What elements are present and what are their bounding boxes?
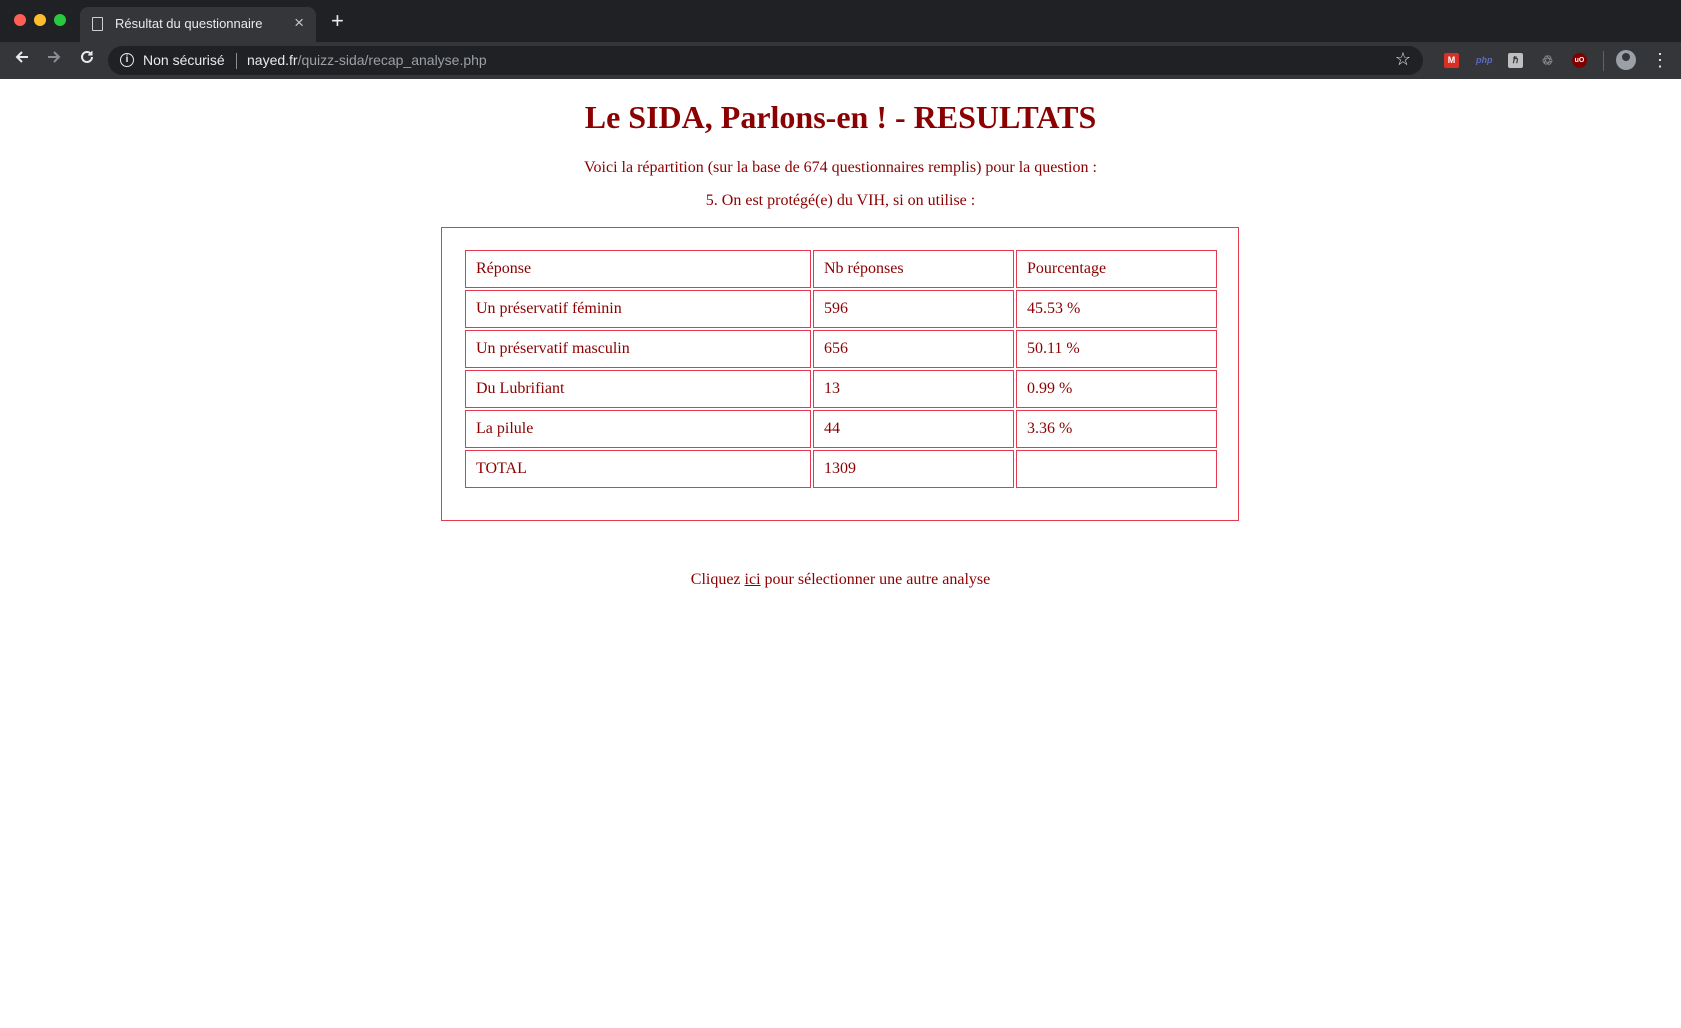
count-cell: 44 [813, 410, 1014, 448]
select-analysis-link[interactable]: ici [745, 571, 761, 588]
forward-arrow-icon[interactable] [42, 48, 66, 72]
footer-before: Cliquez [690, 571, 745, 588]
question-text: 5. On est protégé(e) du VIH, si on utili… [705, 192, 976, 209]
url-text[interactable]: nayed.fr/quizz-sida/recap_analyse.php [247, 52, 487, 68]
reload-icon[interactable] [75, 48, 99, 72]
percent-cell: 3.36 % [1016, 410, 1217, 448]
tab-close-icon[interactable]: × [294, 13, 304, 33]
minimize-window-button[interactable] [34, 14, 46, 26]
table-row: La pilule 44 3.36 % [465, 410, 1217, 448]
percent-cell: 45.53 % [1016, 290, 1217, 328]
table-row: Un préservatif féminin 596 45.53 % [465, 290, 1217, 328]
document-icon [92, 17, 103, 31]
answer-cell: La pilule [465, 410, 811, 448]
browser-toolbar: i Non sécurisé nayed.fr/quizz-sida/recap… [0, 42, 1681, 79]
kebab-menu-icon[interactable]: ⋮ [1651, 48, 1669, 72]
gmail-icon[interactable]: M [1444, 53, 1459, 68]
ublock-icon[interactable]: uO [1572, 53, 1587, 68]
total-label-cell: TOTAL [465, 450, 811, 488]
browser-tab[interactable]: Résultat du questionnaire × [80, 7, 316, 42]
security-label[interactable]: Non sécurisé [143, 52, 225, 68]
profile-avatar[interactable] [1616, 50, 1636, 70]
percent-cell: 50.11 % [1016, 330, 1217, 368]
page-content: Le SIDA, Parlons-en ! - RESULTATS Voici … [0, 79, 1681, 1028]
footer-text: Cliquez ici pour sélectionner une autre … [0, 571, 1681, 589]
url-separator [236, 53, 237, 69]
results-frame: Réponse Nb réponses Pourcentage Un prése… [441, 227, 1239, 521]
answer-cell: Du Lubrifiant [465, 370, 811, 408]
percent-cell: 0.99 % [1016, 370, 1217, 408]
table-header-cell: Réponse [465, 250, 811, 288]
table-total-row: TOTAL 1309 [465, 450, 1217, 488]
close-window-button[interactable] [14, 14, 26, 26]
url-host: nayed.fr [247, 52, 298, 68]
h-extension-icon[interactable]: ℏ [1508, 53, 1523, 68]
total-count-cell: 1309 [813, 450, 1014, 488]
table-header-cell: Nb réponses [813, 250, 1014, 288]
count-cell: 13 [813, 370, 1014, 408]
maximize-window-button[interactable] [54, 14, 66, 26]
back-arrow-icon[interactable] [10, 48, 34, 72]
intro-text: Voici la répartition (sur la base de 674… [584, 159, 1097, 176]
bookmark-star-icon[interactable]: ☆ [1395, 49, 1411, 70]
footer-after: pour sélectionner une autre analyse [760, 571, 991, 588]
tab-title: Résultat du questionnaire [115, 16, 263, 31]
total-percent-cell [1016, 450, 1217, 488]
address-bar[interactable]: i Non sécurisé nayed.fr/quizz-sida/recap… [108, 46, 1423, 75]
php-icon[interactable]: php [1476, 53, 1493, 68]
browser-tab-bar: Résultat du questionnaire × + [0, 0, 1681, 42]
page-title: Le SIDA, Parlons-en ! - RESULTATS [584, 99, 1097, 135]
answer-cell: Un préservatif masculin [465, 330, 811, 368]
count-cell: 656 [813, 330, 1014, 368]
new-tab-button[interactable]: + [331, 10, 344, 32]
answer-cell: Un préservatif féminin [465, 290, 811, 328]
results-table: Réponse Nb réponses Pourcentage Un prése… [463, 248, 1219, 490]
recycle-icon[interactable]: ♲ [1540, 53, 1555, 68]
url-path: /quizz-sida/recap_analyse.php [297, 52, 487, 68]
toolbar-separator [1603, 51, 1604, 71]
count-cell: 596 [813, 290, 1014, 328]
table-header-row: Réponse Nb réponses Pourcentage [465, 250, 1217, 288]
table-row: Un préservatif masculin 656 50.11 % [465, 330, 1217, 368]
info-icon[interactable]: i [120, 53, 134, 67]
table-header-cell: Pourcentage [1016, 250, 1217, 288]
table-row: Du Lubrifiant 13 0.99 % [465, 370, 1217, 408]
